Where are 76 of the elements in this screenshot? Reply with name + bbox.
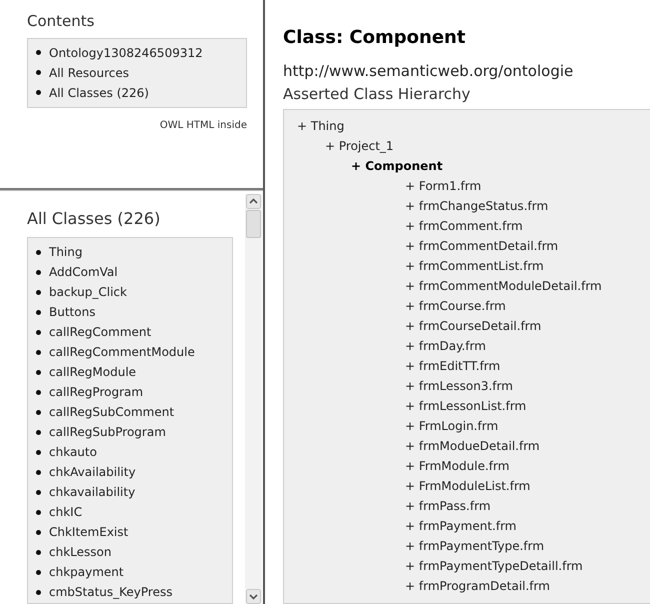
bullet-icon bbox=[36, 330, 41, 334]
list-link[interactable]: AddComVal bbox=[49, 263, 118, 281]
tree-item[interactable]: + frmPayment.frm bbox=[405, 517, 516, 535]
bullet-icon bbox=[36, 390, 41, 394]
tree-item[interactable]: + Component bbox=[351, 157, 443, 175]
tree-item[interactable]: + frmCourse.frm bbox=[405, 297, 506, 315]
bullet-icon bbox=[36, 530, 41, 534]
list-link[interactable]: callRegModule bbox=[49, 363, 136, 381]
tree-item[interactable]: + Project_1 bbox=[325, 137, 394, 155]
bullet-icon bbox=[36, 590, 41, 594]
tree-item[interactable]: + frmModueDetail.frm bbox=[405, 437, 540, 455]
list-link[interactable]: callRegSubProgram bbox=[49, 423, 166, 441]
scroll-up-icon[interactable] bbox=[246, 194, 261, 209]
class-uri: http://www.semanticweb.org/ontologie bbox=[283, 61, 574, 82]
frame-heading: All Classes (226) bbox=[27, 208, 162, 230]
list-link[interactable]: chkLesson bbox=[49, 543, 112, 561]
list-link[interactable]: All Resources bbox=[49, 64, 129, 82]
tree-item[interactable]: + FrmModule.frm bbox=[405, 457, 510, 475]
scroll-down-icon[interactable] bbox=[246, 589, 261, 604]
tree-item[interactable]: + frmComment.frm bbox=[405, 217, 523, 235]
bullet-icon bbox=[36, 50, 41, 55]
bullet-icon bbox=[36, 290, 41, 294]
tree-item[interactable]: + frmLesson3.frm bbox=[405, 377, 513, 395]
bullet-icon bbox=[36, 350, 41, 354]
tree-item[interactable]: + FrmLogin.frm bbox=[405, 417, 498, 435]
list-link[interactable]: chkavailability bbox=[49, 483, 136, 501]
scrollbar[interactable] bbox=[245, 194, 262, 604]
tree-item[interactable]: + frmCourseDetail.frm bbox=[405, 317, 542, 335]
list-link[interactable]: chkauto bbox=[49, 443, 97, 461]
list-link[interactable]: callRegProgram bbox=[49, 383, 144, 401]
page-title: Class: Component bbox=[283, 26, 466, 50]
tree-item[interactable]: + frmDay.frm bbox=[405, 337, 486, 355]
tree-item[interactable]: + frmPaymentType.frm bbox=[405, 537, 544, 555]
bullet-icon bbox=[36, 270, 41, 274]
bullet-icon bbox=[36, 430, 41, 434]
bullet-icon bbox=[36, 550, 41, 554]
bullet-icon bbox=[36, 410, 41, 414]
footer-text: OWL HTML inside bbox=[160, 118, 247, 132]
tree-item[interactable]: + Form1.frm bbox=[405, 177, 482, 195]
tree-item[interactable]: + frmEditTT.frm bbox=[405, 357, 500, 375]
tree-item[interactable]: + frmCommentModuleDetail.frm bbox=[405, 277, 602, 295]
bullet-icon bbox=[36, 370, 41, 374]
tree-item[interactable]: + frmPass.frm bbox=[405, 497, 491, 515]
bullet-icon bbox=[36, 570, 41, 574]
list-link[interactable]: ChkItemExist bbox=[49, 523, 128, 541]
list-link[interactable]: backup_Click bbox=[49, 283, 127, 301]
list-link[interactable]: Thing bbox=[49, 243, 82, 261]
bullet-icon bbox=[36, 450, 41, 454]
frame-heading: Contents bbox=[27, 11, 96, 32]
bullet-icon bbox=[36, 70, 41, 75]
tree-item[interactable]: + frmProgramDetail.frm bbox=[405, 577, 550, 595]
tree-item[interactable]: + frmCommentList.frm bbox=[405, 257, 544, 275]
tree-item[interactable]: + frmPaymentTypeDetaill.frm bbox=[405, 557, 583, 575]
scroll-thumb[interactable] bbox=[246, 210, 261, 238]
list-link[interactable]: All Classes (226) bbox=[49, 84, 149, 102]
tree-item[interactable]: + frmChangeStatus.frm bbox=[405, 197, 548, 215]
list-link[interactable]: Ontology1308246509312 bbox=[49, 44, 203, 62]
section-heading: Asserted Class Hierarchy bbox=[283, 84, 472, 104]
bullet-icon bbox=[36, 250, 41, 254]
tree-item[interactable]: + frmLessonList.frm bbox=[405, 397, 526, 415]
tree-item[interactable]: + FrmModuleList.frm bbox=[405, 477, 530, 495]
bullet-icon bbox=[36, 310, 41, 314]
tree-item[interactable]: + frmCommentDetail.frm bbox=[405, 237, 558, 255]
list-link[interactable]: callRegSubComment bbox=[49, 403, 174, 421]
bullet-icon bbox=[36, 510, 41, 514]
list-link[interactable]: chkIC bbox=[49, 503, 82, 521]
list-link[interactable]: callRegComment bbox=[49, 323, 152, 341]
list-link[interactable]: chkAvailability bbox=[49, 463, 136, 481]
list-link[interactable]: Buttons bbox=[49, 303, 96, 321]
list-link[interactable]: cmbStatus_KeyPress bbox=[49, 583, 172, 601]
bullet-icon bbox=[36, 490, 41, 494]
tree-item[interactable]: + Thing bbox=[297, 117, 344, 135]
list-link[interactable]: callRegCommentModule bbox=[49, 343, 195, 361]
list-link[interactable]: chkpayment bbox=[49, 563, 124, 581]
bullet-icon bbox=[36, 470, 41, 474]
bullet-icon bbox=[36, 90, 41, 95]
